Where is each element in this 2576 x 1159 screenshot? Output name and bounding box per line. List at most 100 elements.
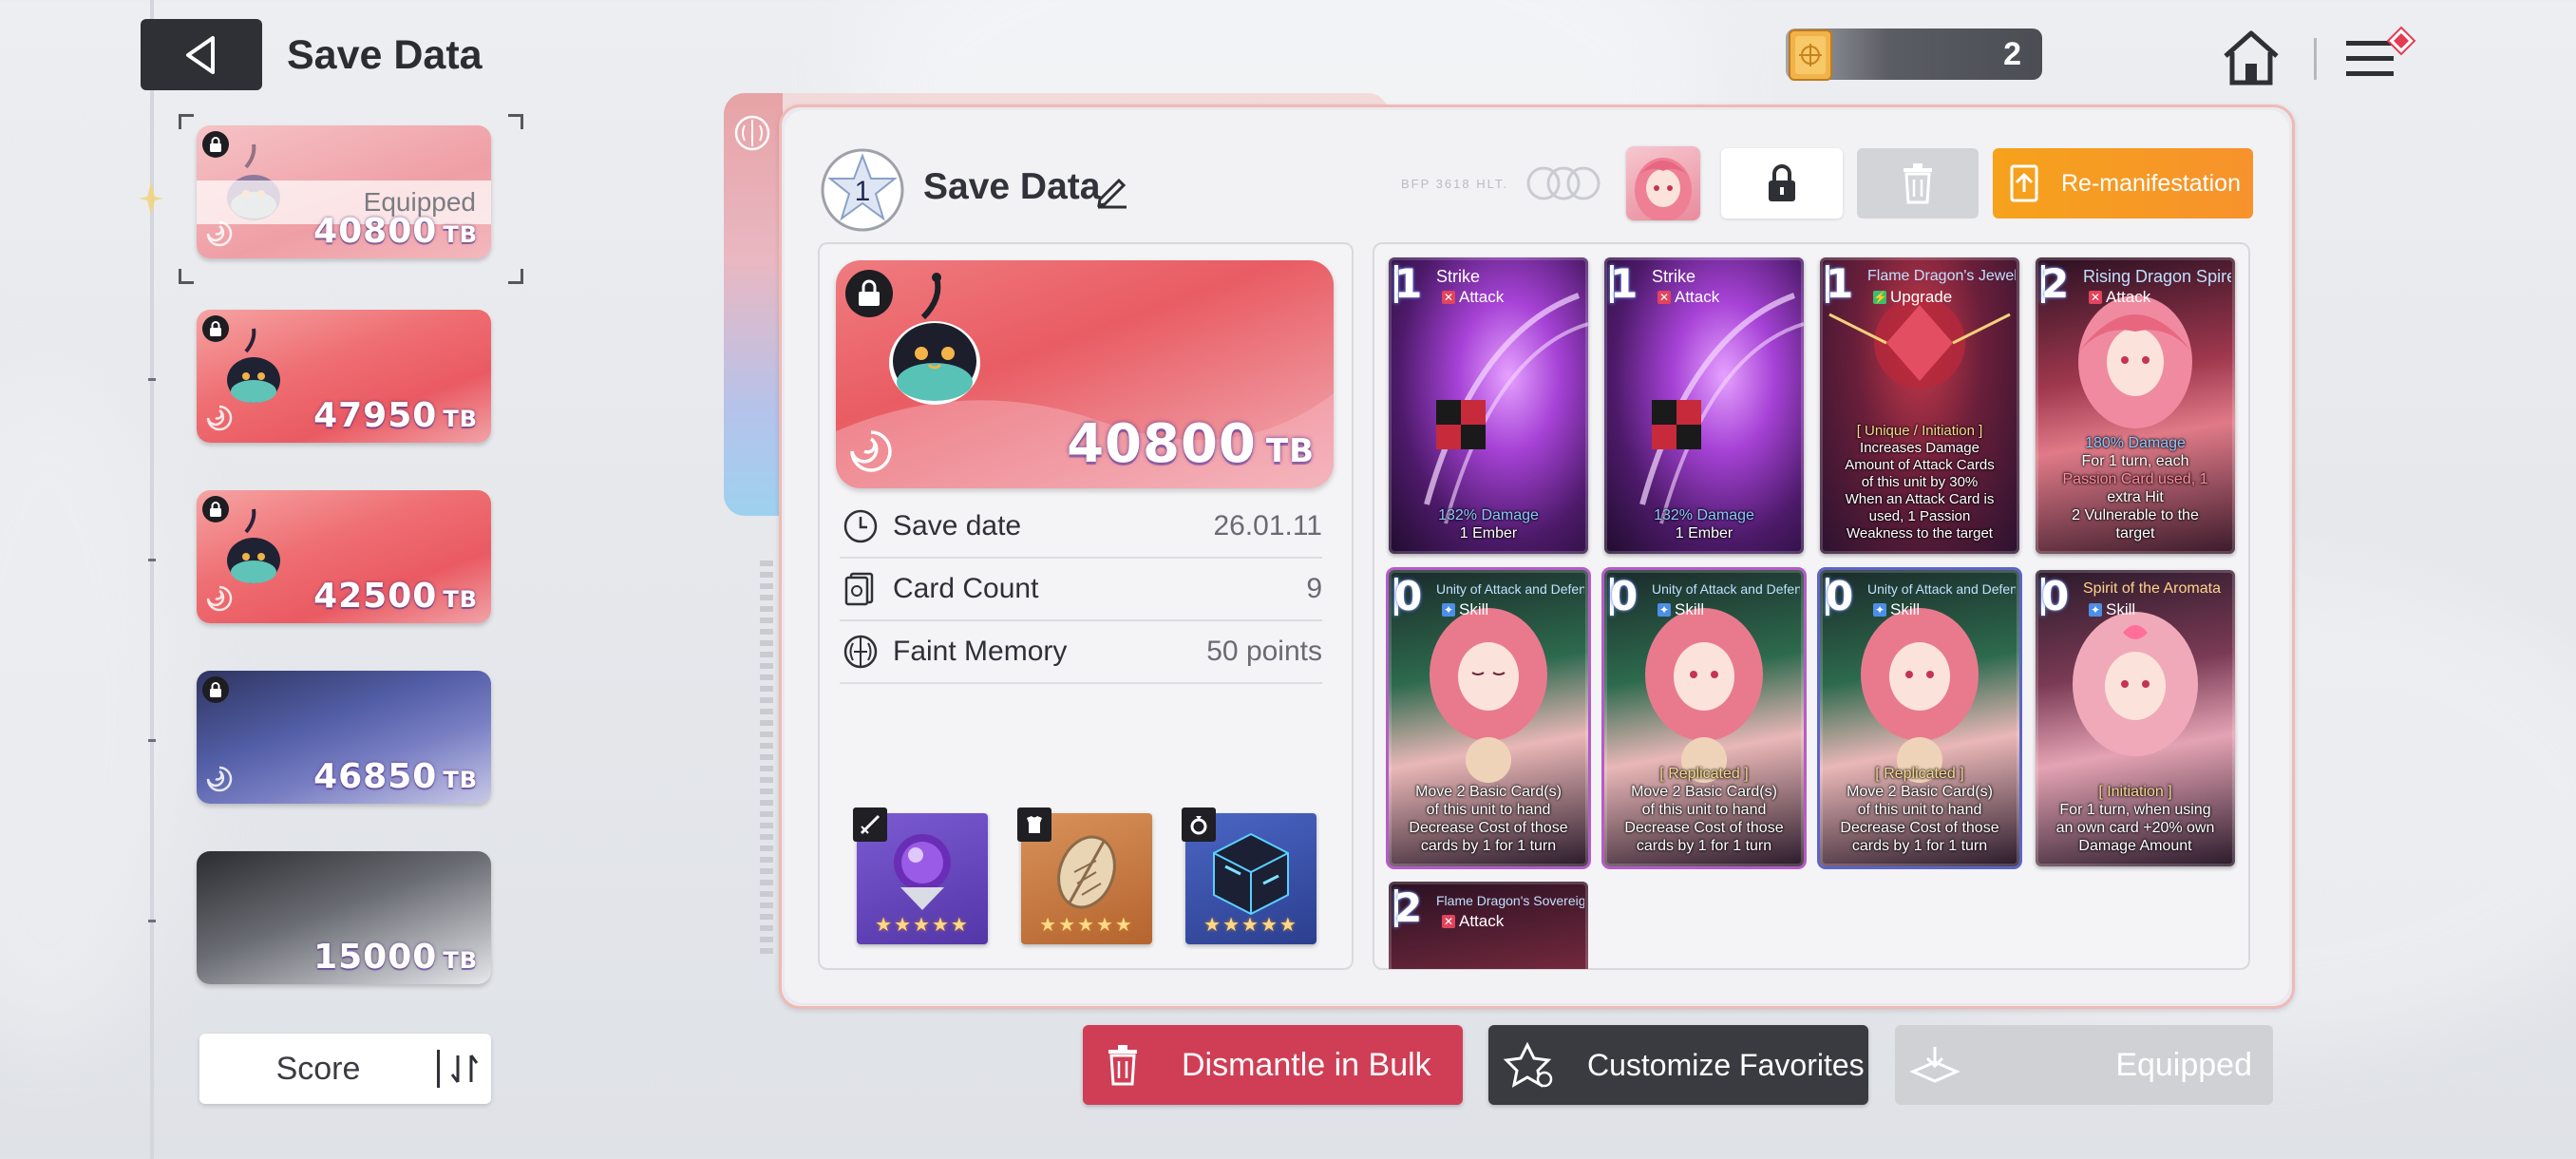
- ticket-icon: [1789, 29, 1832, 81]
- rank-star-badge: 1: [821, 148, 904, 232]
- skill-type-icon: ✦: [1442, 603, 1455, 617]
- cube-icon: [1213, 832, 1289, 916]
- deck-card[interactable]: 1 Strike ✕ Attack 132% Damage 1 Ember: [1604, 257, 1804, 554]
- deck-card[interactable]: 1 Flame Dragon's Jewel ⚡ Upgrade [ Unique…: [1820, 257, 2019, 554]
- brain-icon: [840, 631, 881, 673]
- sort-button[interactable]: Score: [199, 1034, 491, 1104]
- swirl-icon: [206, 766, 233, 792]
- slot-score: 47950 TB: [313, 396, 478, 435]
- re-manifestation-button[interactable]: Re-manifestation: [1993, 148, 2253, 218]
- deck-card[interactable]: 2 Flame Dragon's Sovereignty ✕Attack: [1389, 882, 1588, 969]
- dismantle-in-bulk-button[interactable]: Dismantle in Bulk: [1083, 1025, 1463, 1105]
- deck-card[interactable]: 1 Strike ✕ Attack 132% Damage 1 Ember: [1389, 257, 1588, 554]
- edit-pencil-icon[interactable]: [1092, 171, 1130, 209]
- deck-card[interactable]: 0 Unity of Attack and Defense ✦ Skill [ R…: [1820, 570, 2019, 866]
- card-description: [ Initiation ] For 1 turn, when using an o…: [2055, 784, 2215, 854]
- card-type: ✕ Attack: [1657, 288, 1720, 306]
- equip-button[interactable]: Equipped: [1895, 1025, 2273, 1105]
- skill-type-icon: ✦: [1873, 603, 1886, 617]
- deck-card[interactable]: 0 Spirit of the Aromata ✦ Skill [ Initiat…: [2036, 570, 2235, 866]
- card-description: [ Replicated ] Move 2 Basic Card(s) of thi…: [1624, 766, 1784, 854]
- info-key: Card Count: [893, 573, 1039, 604]
- equipment-accessory[interactable]: ★★★★★: [1182, 808, 1316, 944]
- save-slot-2[interactable]: 47950 TB: [197, 310, 491, 443]
- card-cost: 0: [1394, 573, 1423, 619]
- info-key: Faint Memory: [893, 636, 1068, 667]
- save-name: Save Data: [923, 166, 1101, 207]
- armor-icon: [1017, 808, 1051, 842]
- delete-button[interactable]: [1857, 148, 1979, 218]
- trash-icon: [1904, 163, 1932, 204]
- skill-type-icon: ✦: [2089, 603, 2102, 617]
- info-row-card-count: Card Count 9: [840, 559, 1322, 621]
- lock-icon: [1769, 164, 1795, 201]
- card-description: 132% Damage 1 Ember: [1654, 507, 1754, 542]
- card-name: Spirit of the Aromata: [2083, 580, 2221, 597]
- info-row-faint-memory: Faint Memory 50 points: [840, 621, 1322, 684]
- card-count-icon: [840, 568, 881, 610]
- background-wisp: [0, 380, 190, 1045]
- sort-order-icon[interactable]: [440, 1048, 489, 1090]
- swirl-icon: [206, 220, 233, 247]
- card-name: Strike: [1436, 267, 1481, 286]
- card-clip: 2 Flame Dragon's Sovereignty ✕Attack: [1389, 882, 1588, 969]
- favorites-label: Customize Favorites: [1587, 1047, 1865, 1082]
- home-icon[interactable]: [2218, 24, 2284, 90]
- slot-score: 40800 TB: [313, 212, 478, 251]
- selection-bracket: [179, 269, 194, 284]
- deco-text: BFP 3618 HLT.: [1401, 177, 1508, 191]
- selection-bracket: [179, 114, 194, 129]
- save-slot-3[interactable]: 42500 TB: [197, 490, 491, 623]
- card-description: 180% Damage For 1 turn, each Passion Card …: [2062, 435, 2208, 542]
- equipped-label: Equipped: [2115, 1046, 2252, 1083]
- card-name: Rising Dragon Spire: [2083, 267, 2231, 286]
- card-type: ✕ Attack: [1442, 288, 1505, 306]
- brain-emblem-icon: [734, 115, 770, 151]
- clock-icon: [840, 505, 881, 547]
- panel-backdrop-strip: [724, 93, 783, 516]
- swirl-icon: [206, 405, 233, 431]
- card-cost: 1: [1610, 260, 1638, 307]
- info-key: Save date: [893, 510, 1022, 542]
- rail-tick: [148, 920, 156, 922]
- info-value: 9: [1306, 573, 1322, 604]
- sort-label: Score: [275, 1050, 361, 1087]
- slot-score: 42500 TB: [313, 577, 478, 616]
- customize-favorites-button[interactable]: Customize Favorites: [1488, 1025, 1868, 1105]
- re-manifestation-label: Re-manifestation: [2061, 169, 2241, 197]
- save-slot-4[interactable]: 46850 TB: [197, 671, 491, 804]
- rarity-stars: ★★★★★: [875, 915, 970, 936]
- trash-icon: [1083, 1044, 1163, 1086]
- info-value: 50 points: [1206, 636, 1322, 667]
- save-slot-5[interactable]: 15000 TB: [197, 851, 491, 984]
- attack-type-icon: ✕: [1442, 291, 1455, 304]
- slot-score: 15000 TB: [313, 938, 478, 977]
- equipment-weapon[interactable]: ★★★★★: [853, 808, 988, 944]
- equipment-armor[interactable]: ★★★★★: [1017, 808, 1152, 944]
- hero-score: 40800 TB: [1067, 413, 1315, 475]
- card-description: [ Replicated ] Move 2 Basic Card(s) of thi…: [1840, 766, 1999, 854]
- deck-card[interactable]: 0 Unity of Attack and Defense ✦ Skill [ R…: [1604, 570, 1804, 866]
- manifest-card-icon: [1993, 148, 2055, 218]
- lock-button[interactable]: [1721, 148, 1843, 218]
- lock-icon: [845, 270, 893, 317]
- rarity-stars: ★★★★★: [1039, 915, 1134, 936]
- sparkle-icon: [139, 182, 163, 215]
- card-description: 132% Damage 1 Ember: [1438, 507, 1539, 542]
- save-hero-card: 40800 TB: [836, 260, 1334, 488]
- card-type: ✕ Attack: [1442, 912, 1505, 930]
- card-cost: 1: [1394, 260, 1423, 307]
- deck-card[interactable]: 0 Unity of Attack and Defense ✦ Skill Mov…: [1389, 570, 1588, 866]
- card-description: [ Unique / Initiation ] Increases Damage A…: [1845, 423, 1995, 542]
- ring-icon: [1182, 808, 1216, 842]
- menu-icon[interactable]: [2340, 24, 2426, 90]
- card-type: ✦ Skill: [1442, 600, 1489, 618]
- selection-bracket: [508, 114, 523, 129]
- back-button[interactable]: [141, 19, 262, 90]
- character-portrait-icon: [1635, 158, 1692, 220]
- save-slot-1[interactable]: Equipped 40800 TB: [197, 125, 491, 258]
- deck-card[interactable]: 2 Rising Dragon Spire ✕ Attack 180% Damag…: [2036, 257, 2235, 554]
- character-avatar[interactable]: [1626, 146, 1700, 220]
- rarity-stars: ★★★★★: [1203, 915, 1298, 936]
- svg-text:1: 1: [855, 176, 871, 207]
